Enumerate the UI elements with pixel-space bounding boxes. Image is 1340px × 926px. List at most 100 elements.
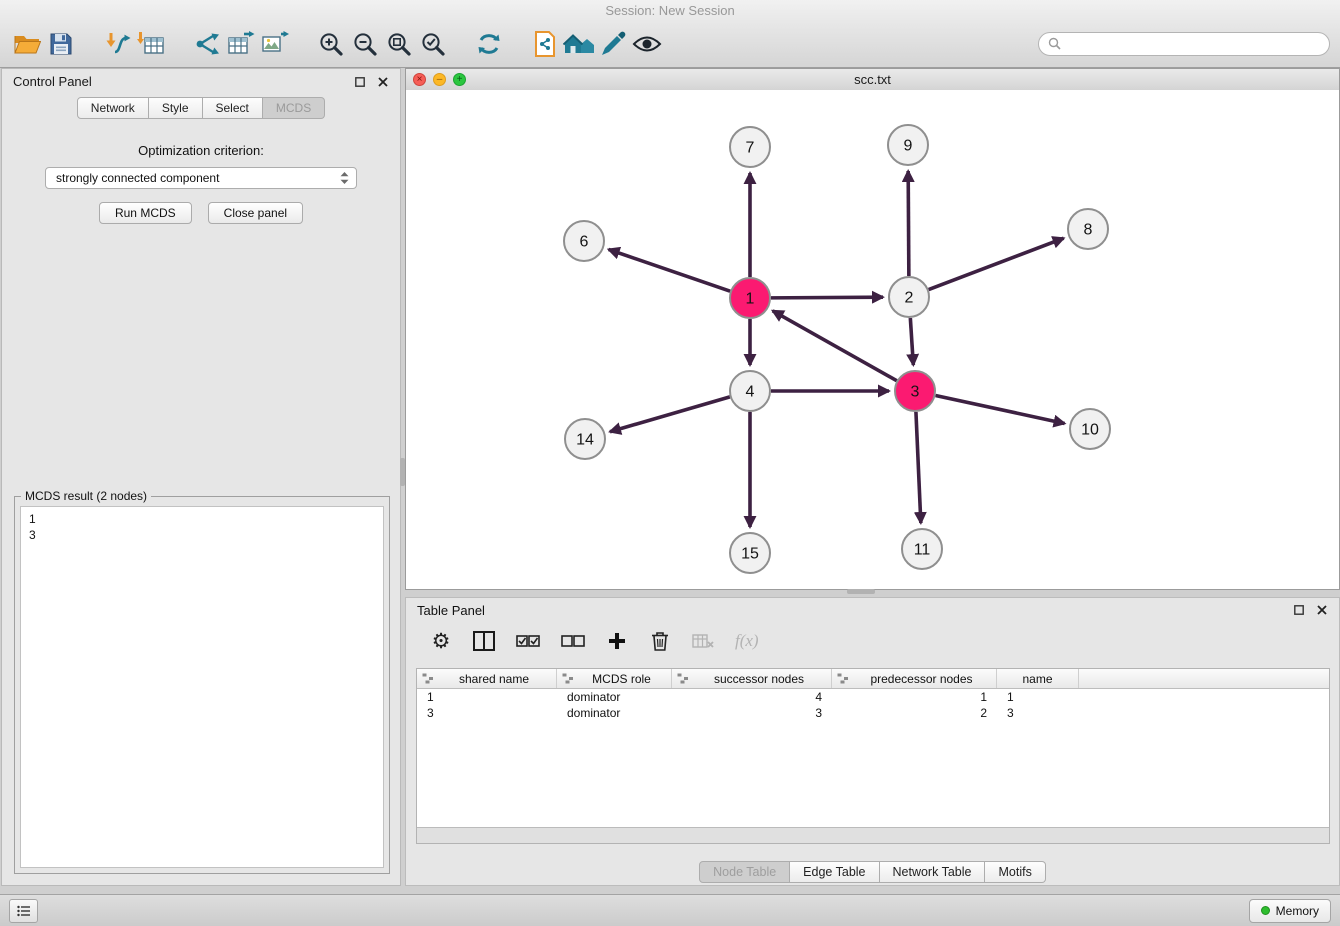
table-panel-close-button[interactable] bbox=[1316, 604, 1328, 616]
graph-node-2[interactable]: 2 bbox=[889, 277, 929, 317]
search-input[interactable] bbox=[1067, 36, 1320, 52]
graph-edge-2-3[interactable] bbox=[910, 318, 913, 365]
cell-successor-nodes[interactable]: 4 bbox=[672, 690, 832, 704]
zoom-fit-button[interactable] bbox=[382, 25, 416, 63]
import-table-button[interactable] bbox=[134, 25, 168, 63]
import-network-button[interactable] bbox=[100, 25, 134, 63]
add-column-button[interactable] bbox=[606, 627, 628, 655]
graph-node-8[interactable]: 8 bbox=[1068, 209, 1108, 249]
cell-successor-nodes[interactable]: 3 bbox=[672, 706, 832, 720]
home-button[interactable] bbox=[562, 25, 596, 63]
table-horizontal-scrollbar[interactable] bbox=[417, 827, 1329, 843]
close-window-button[interactable]: × bbox=[413, 73, 426, 86]
graph-edge-3-11[interactable] bbox=[916, 412, 921, 523]
deselect-all-columns-button[interactable] bbox=[561, 627, 585, 655]
tab-style[interactable]: Style bbox=[149, 97, 203, 119]
graph-edge-1-6[interactable] bbox=[609, 249, 731, 291]
graph-node-10[interactable]: 10 bbox=[1070, 409, 1110, 449]
column-header-successor-nodes[interactable]: successor nodes bbox=[672, 669, 832, 688]
select-all-columns-button[interactable] bbox=[516, 627, 540, 655]
tab-select[interactable]: Select bbox=[203, 97, 263, 119]
split-columns-button[interactable] bbox=[473, 627, 495, 655]
graph-node-14[interactable]: 14 bbox=[565, 419, 605, 459]
graph-node-4[interactable]: 4 bbox=[730, 371, 770, 411]
control-panel-tabs: Network Style Select MCDS bbox=[2, 97, 400, 119]
export-table-button[interactable] bbox=[224, 25, 258, 63]
graph-node-3[interactable]: 3 bbox=[895, 371, 935, 411]
table-row[interactable]: 1 dominator 4 1 1 bbox=[417, 689, 1329, 705]
mcds-result-list[interactable]: 1 3 bbox=[20, 506, 384, 868]
control-panel-float-button[interactable] bbox=[354, 76, 366, 88]
maximize-window-button[interactable]: + bbox=[453, 73, 466, 86]
cell-shared-name[interactable]: 3 bbox=[417, 706, 557, 720]
graph-node-label: 8 bbox=[1084, 222, 1093, 239]
tab-edge-table[interactable]: Edge Table bbox=[790, 861, 879, 883]
graph-node-6[interactable]: 6 bbox=[564, 221, 604, 261]
result-line: 3 bbox=[29, 527, 375, 543]
apply-style-button[interactable] bbox=[596, 25, 630, 63]
table-panel-float-button[interactable] bbox=[1293, 604, 1305, 616]
show-hide-button[interactable] bbox=[630, 25, 664, 63]
graph-node-label: 10 bbox=[1081, 422, 1099, 439]
cell-name[interactable]: 1 bbox=[997, 690, 1079, 704]
table-empty-area bbox=[417, 721, 1329, 827]
column-header-shared-name[interactable]: shared name bbox=[417, 669, 557, 688]
table-row[interactable]: 3 dominator 3 2 3 bbox=[417, 705, 1329, 721]
tab-node-table[interactable]: Node Table bbox=[699, 861, 790, 883]
close-panel-button[interactable]: Close panel bbox=[208, 202, 303, 224]
cell-mcds-role[interactable]: dominator bbox=[557, 706, 672, 720]
control-panel-close-button[interactable] bbox=[377, 76, 389, 88]
minimize-window-button[interactable]: – bbox=[433, 73, 446, 86]
zoom-fit-icon bbox=[386, 31, 412, 57]
run-mcds-button[interactable]: Run MCDS bbox=[99, 202, 192, 224]
graph-edge-2-8[interactable] bbox=[929, 238, 1064, 289]
network-canvas[interactable]: 7 9 6 8 1 2 4 3 14 10 15 11 bbox=[406, 90, 1339, 589]
cell-name[interactable]: 3 bbox=[997, 706, 1079, 720]
function-builder-button[interactable]: f(x) bbox=[735, 627, 759, 655]
zoom-selected-button[interactable] bbox=[416, 25, 450, 63]
zoom-in-button[interactable] bbox=[314, 25, 348, 63]
cell-predecessor-nodes[interactable]: 1 bbox=[832, 690, 997, 704]
optimization-dropdown[interactable]: strongly connected component bbox=[45, 167, 357, 189]
cell-shared-name[interactable]: 1 bbox=[417, 690, 557, 704]
graph-edge-1-2[interactable] bbox=[771, 297, 883, 298]
table-panel-tabs: Node Table Edge Table Network Table Moti… bbox=[406, 861, 1339, 883]
network-window-titlebar[interactable]: × – + scc.txt bbox=[406, 69, 1339, 91]
tab-network[interactable]: Network bbox=[77, 97, 149, 119]
memory-button[interactable]: Memory bbox=[1249, 899, 1331, 923]
apply-layout-button[interactable] bbox=[472, 25, 506, 63]
search-box[interactable] bbox=[1038, 32, 1330, 56]
table-settings-button[interactable]: ⚙ bbox=[430, 627, 452, 655]
graph-node-15[interactable]: 15 bbox=[730, 533, 770, 573]
delete-columns-button[interactable] bbox=[692, 627, 714, 655]
tab-mcds[interactable]: MCDS bbox=[263, 97, 325, 119]
export-image-button[interactable] bbox=[258, 25, 292, 63]
column-header-mcds-role[interactable]: MCDS role bbox=[557, 669, 672, 688]
graph-node-7[interactable]: 7 bbox=[730, 127, 770, 167]
network-graph[interactable]: 7 9 6 8 1 2 4 3 14 10 15 11 bbox=[406, 90, 1339, 589]
cell-mcds-role[interactable]: dominator bbox=[557, 690, 672, 704]
graph-edge-3-1[interactable] bbox=[773, 311, 897, 381]
delete-rows-button[interactable] bbox=[649, 627, 671, 655]
tab-network-table[interactable]: Network Table bbox=[880, 861, 986, 883]
copy-network-view-button[interactable] bbox=[528, 25, 562, 63]
graph-node-1[interactable]: 1 bbox=[730, 278, 770, 318]
paintbrush-icon bbox=[600, 31, 626, 57]
graph-edge-3-10[interactable] bbox=[936, 395, 1065, 423]
tab-motifs[interactable]: Motifs bbox=[985, 861, 1045, 883]
result-line: 1 bbox=[29, 511, 375, 527]
graph-edge-2-9[interactable] bbox=[908, 171, 909, 276]
column-header-name[interactable]: name bbox=[997, 669, 1079, 688]
new-network-button[interactable] bbox=[190, 25, 224, 63]
column-header-predecessor-nodes[interactable]: predecessor nodes bbox=[832, 669, 997, 688]
graph-node-9[interactable]: 9 bbox=[888, 125, 928, 165]
zoom-out-button[interactable] bbox=[348, 25, 382, 63]
save-session-button[interactable] bbox=[44, 25, 78, 63]
graph-edge-4-14[interactable] bbox=[610, 397, 730, 432]
vertical-splitter-handle[interactable] bbox=[400, 458, 405, 486]
cell-predecessor-nodes[interactable]: 2 bbox=[832, 706, 997, 720]
horizontal-splitter-handle[interactable] bbox=[847, 589, 875, 594]
open-file-button[interactable] bbox=[10, 25, 44, 63]
graph-node-11[interactable]: 11 bbox=[902, 529, 942, 569]
ui-settings-button[interactable] bbox=[9, 899, 38, 923]
